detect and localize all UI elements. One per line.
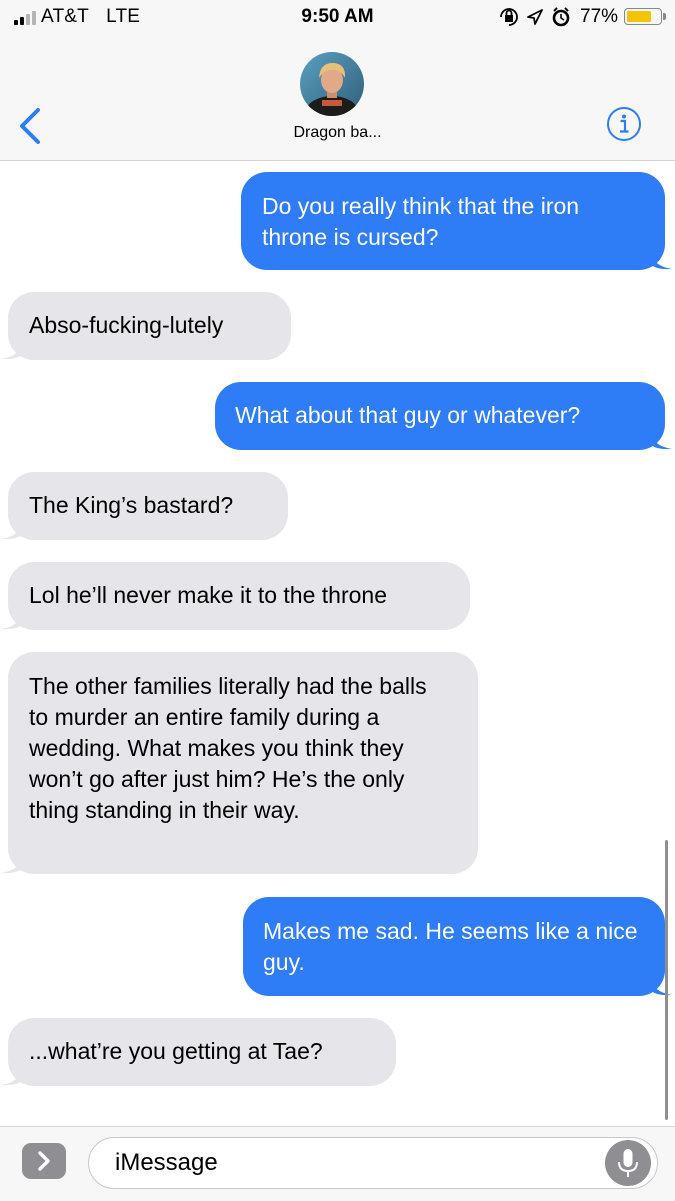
chevron-right-icon [38, 1151, 50, 1171]
message-bubble-incoming[interactable]: Abso-fucking-lutely [1, 292, 291, 360]
rotation-lock-icon [500, 8, 518, 26]
contact-avatar[interactable] [300, 52, 364, 116]
status-bar: AT&T LTE 9:50 AM 77% [0, 0, 675, 34]
message-text: The other families literally had the bal… [29, 673, 427, 823]
info-button[interactable] [606, 106, 642, 142]
message-text: Lol he’ll never make it to the throne [29, 582, 387, 608]
message-bubble-incoming[interactable]: Lol he’ll never make it to the throne [1, 562, 470, 630]
bubble-tail [650, 430, 672, 450]
bubble-tail [1, 610, 23, 630]
bubble-tail [650, 976, 672, 996]
microphone-button[interactable] [605, 1140, 651, 1186]
bubble-tail [1, 854, 23, 874]
message-bubble-outgoing[interactable]: Do you really think that the iron throne… [241, 172, 672, 270]
message-text: ...what’re you getting at Tae? [29, 1038, 323, 1064]
battery-icon [624, 8, 662, 25]
message-text: Do you really think that the iron throne… [262, 193, 580, 250]
info-icon [607, 107, 641, 141]
conversation-header: Dragon ba... [0, 34, 675, 161]
bubble-tail [650, 250, 672, 270]
scrollbar[interactable] [665, 840, 668, 1120]
alarm-icon [552, 7, 570, 27]
imessage-placeholder: iMessage [115, 1149, 218, 1176]
bubble-tail [1, 340, 23, 360]
message-text: What about that guy or whatever? [235, 402, 581, 428]
compose-bar: iMessage [0, 1126, 675, 1201]
message-bubble-incoming[interactable]: ...what’re you getting at Tae? [1, 1018, 396, 1086]
message-bubble-outgoing[interactable]: What about that guy or whatever? [215, 382, 672, 450]
microphone-icon [618, 1149, 638, 1177]
apps-button[interactable] [22, 1143, 66, 1179]
status-icons [498, 6, 576, 33]
bubble-tail [1, 1066, 23, 1086]
message-bubble-incoming[interactable]: The other families literally had the bal… [1, 652, 478, 874]
message-bubble-incoming[interactable]: The King’s bastard? [1, 472, 288, 540]
location-arrow-icon [527, 9, 543, 25]
battery-tip [663, 13, 666, 20]
message-text: Abso-fucking-lutely [29, 312, 224, 338]
bubble-tail [1, 520, 23, 540]
message-text: Makes me sad. He seems like a nice guy. [263, 918, 638, 975]
battery-level-fill [627, 11, 651, 22]
imessage-input[interactable]: iMessage [88, 1137, 658, 1189]
message-bubble-outgoing[interactable]: Makes me sad. He seems like a nice guy. [243, 897, 672, 996]
contact-name[interactable]: Dragon ba... [0, 124, 675, 142]
message-text: The King’s bastard? [29, 492, 234, 518]
battery-percentage: 77% [580, 6, 619, 27]
